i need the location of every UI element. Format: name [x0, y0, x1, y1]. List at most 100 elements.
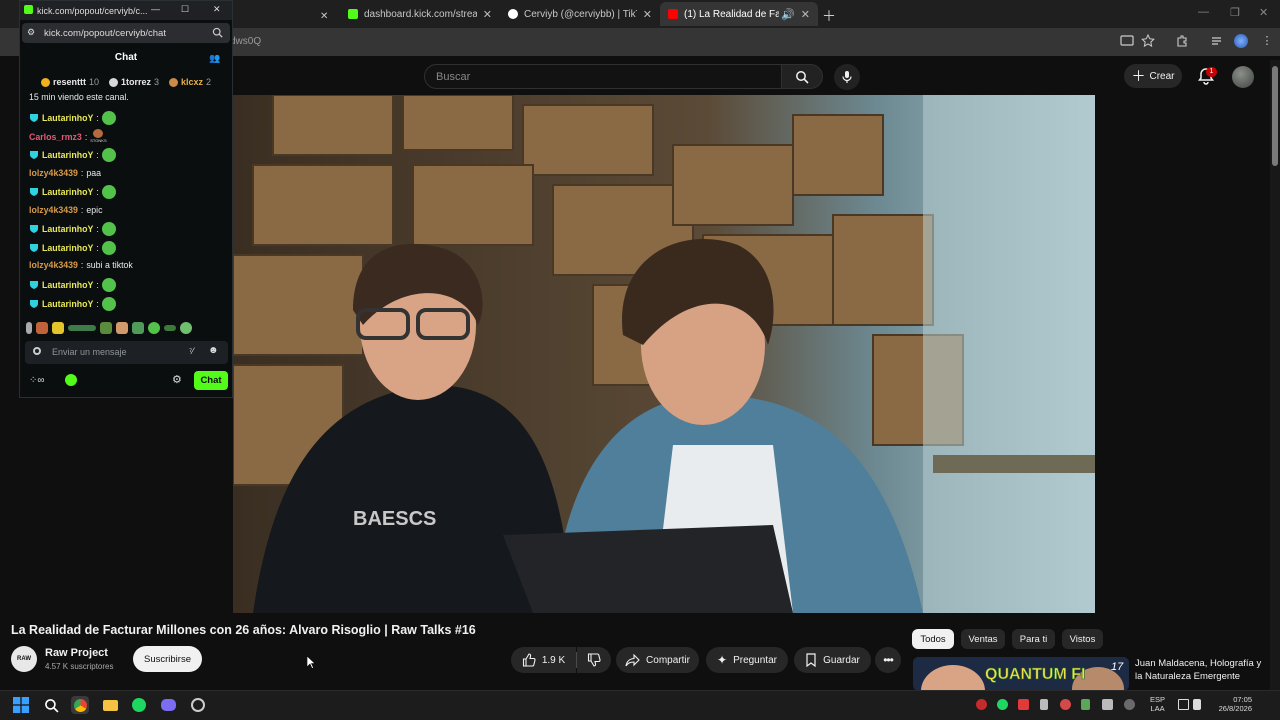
translate-icon[interactable]: ⁷⁄: [189, 346, 194, 356]
points-icon[interactable]: ⁘∞: [29, 375, 45, 386]
kick-coin-icon[interactable]: [65, 374, 77, 386]
media-controls-icon[interactable]: [1210, 34, 1224, 48]
users-icon[interactable]: 👥: [209, 53, 220, 64]
chat-settings-gear-icon[interactable]: ⚙: [172, 373, 182, 386]
create-button[interactable]: ＋ Crear: [1124, 64, 1182, 88]
recommendation-thumbnail[interactable]: QUANTUM FI 17: [913, 657, 1129, 691]
search-icon[interactable]: [212, 27, 223, 38]
close-tab-icon[interactable]: ✕: [483, 8, 492, 21]
chat-username[interactable]: Carlos_rmz3: [29, 132, 82, 142]
app-tray-icon[interactable]: [1060, 699, 1071, 710]
chat-username[interactable]: LautarinhoY: [42, 187, 93, 197]
profile-avatar-icon[interactable]: [1234, 34, 1248, 48]
tab-tiktok[interactable]: Cerviyb (@cerviybb) | TikTok ✕: [500, 2, 660, 26]
more-actions-button[interactable]: •••: [875, 647, 901, 673]
address-bar-url[interactable]: dws0Q: [230, 36, 261, 47]
leaderboard-entry[interactable]: 1torrez 3: [108, 74, 159, 90]
emote-icon[interactable]: [164, 325, 176, 331]
emote-icon[interactable]: [52, 322, 64, 334]
scrollbar-thumb[interactable]: [1272, 66, 1278, 166]
browser-menu-icon[interactable]: ⋮: [1260, 34, 1274, 48]
emoji-icon[interactable]: ☻: [208, 345, 219, 356]
emote-icon[interactable]: [68, 325, 96, 331]
mic-muted-tray-icon[interactable]: [976, 699, 987, 710]
chat-message-input[interactable]: Enviar un mensaje ⁷⁄ ☻: [25, 341, 228, 364]
leaderboard-entry[interactable]: klcxz 2: [169, 74, 211, 90]
emote-icon[interactable]: [36, 322, 48, 334]
chip-para-ti[interactable]: Para ti: [1012, 629, 1055, 649]
chat-username[interactable]: LautarinhoY: [42, 150, 93, 160]
save-button[interactable]: Guardar: [794, 647, 871, 673]
video-player[interactable]: BAESCS: [233, 95, 1095, 613]
channel-name[interactable]: Raw Project: [45, 647, 108, 659]
discord-icon[interactable]: [159, 696, 177, 714]
send-chat-button[interactable]: Chat: [194, 371, 228, 390]
recording-tray-icon[interactable]: [1018, 699, 1029, 710]
steam-tray-icon[interactable]: [1124, 699, 1135, 710]
discord-tray-icon[interactable]: [1102, 699, 1113, 710]
site-settings-icon[interactable]: ⚙: [27, 27, 35, 38]
nvidia-tray-icon[interactable]: [1081, 699, 1090, 710]
tab-youtube-active[interactable]: (1) La Realidad de Facturar Millones 🔊 ✕: [660, 2, 818, 26]
emote-icon[interactable]: [26, 322, 32, 334]
chat-username[interactable]: LautarinhoY: [42, 224, 93, 234]
emote-icon[interactable]: [100, 322, 112, 334]
subscribe-button[interactable]: Suscribirse: [133, 646, 202, 672]
minimize-icon[interactable]: —: [1198, 6, 1209, 18]
file-explorer-icon[interactable]: [101, 696, 119, 714]
windows-start-icon[interactable]: [12, 696, 30, 714]
record-icon[interactable]: [33, 347, 41, 355]
app-launcher-icon[interactable]: [189, 696, 207, 714]
spotify-tray-icon[interactable]: [997, 699, 1008, 710]
leaderboard-entry[interactable]: resenttt 10: [40, 74, 99, 90]
emote-icon[interactable]: [116, 322, 128, 334]
search-input[interactable]: Buscar: [424, 64, 782, 89]
spotify-icon[interactable]: [130, 696, 148, 714]
share-button[interactable]: Compartir: [616, 647, 699, 673]
close-window-icon[interactable]: ✕: [213, 4, 221, 15]
search-button[interactable]: [781, 64, 823, 89]
chip-ventas[interactable]: Ventas: [961, 629, 1005, 649]
chat-username[interactable]: lolzy4k3439: [29, 168, 78, 178]
network-icon[interactable]: [1178, 699, 1189, 710]
emote-icon[interactable]: [148, 322, 160, 334]
battery-tray-icon[interactable]: [1040, 699, 1048, 710]
chip-vistos[interactable]: Vistos: [1062, 629, 1103, 649]
bookmark-star-icon[interactable]: [1141, 34, 1155, 48]
chat-username[interactable]: LautarinhoY: [42, 243, 93, 253]
taskbar-clock[interactable]: 07:05 26/8/2026: [1212, 695, 1252, 713]
extensions-icon[interactable]: [1175, 34, 1189, 48]
chrome-taskbar-icon[interactable]: [71, 696, 89, 714]
moderator-shield-icon: [30, 281, 38, 289]
close-tab-icon[interactable]: ✕: [320, 4, 328, 28]
like-button[interactable]: 1.9 K: [511, 647, 576, 673]
chat-username[interactable]: lolzy4k3439: [29, 260, 78, 270]
recommendation-title[interactable]: Juan Maldacena, Holografía y la Naturale…: [1135, 658, 1265, 683]
chat-username[interactable]: LautarinhoY: [42, 113, 93, 123]
emote-icon[interactable]: [180, 322, 192, 334]
channel-avatar[interactable]: RAW: [11, 646, 37, 672]
chat-username[interactable]: lolzy4k3439: [29, 205, 78, 215]
emote-icon[interactable]: [132, 322, 144, 334]
close-window-icon[interactable]: ✕: [1259, 6, 1268, 19]
minimize-icon[interactable]: —: [151, 4, 160, 14]
language-indicator[interactable]: ESP LAA: [1150, 695, 1165, 713]
account-avatar[interactable]: [1232, 66, 1254, 88]
audio-playing-icon[interactable]: 🔊: [781, 8, 795, 21]
ask-button[interactable]: ✦ Preguntar: [706, 647, 788, 673]
close-tab-icon[interactable]: ✕: [643, 8, 652, 21]
maximize-icon[interactable]: ☐: [181, 4, 189, 15]
close-tab-icon[interactable]: ✕: [801, 8, 810, 21]
taskbar-search-icon[interactable]: [42, 696, 60, 714]
tab-kick-dashboard[interactable]: dashboard.kick.com/stream ✕: [340, 2, 500, 26]
volume-icon[interactable]: [1193, 699, 1201, 710]
chip-todos[interactable]: Todos: [912, 629, 954, 649]
dislike-button[interactable]: [577, 647, 611, 673]
chat-username[interactable]: LautarinhoY: [42, 280, 93, 290]
popout-address-bar[interactable]: ⚙ kick.com/popout/cerviyb/chat: [22, 23, 230, 43]
new-tab-icon[interactable]: ＋: [822, 6, 836, 26]
voice-search-button[interactable]: [834, 64, 860, 90]
chat-username[interactable]: LautarinhoY: [42, 299, 93, 309]
maximize-icon[interactable]: ❐: [1230, 6, 1240, 19]
cast-icon[interactable]: [1120, 34, 1134, 48]
